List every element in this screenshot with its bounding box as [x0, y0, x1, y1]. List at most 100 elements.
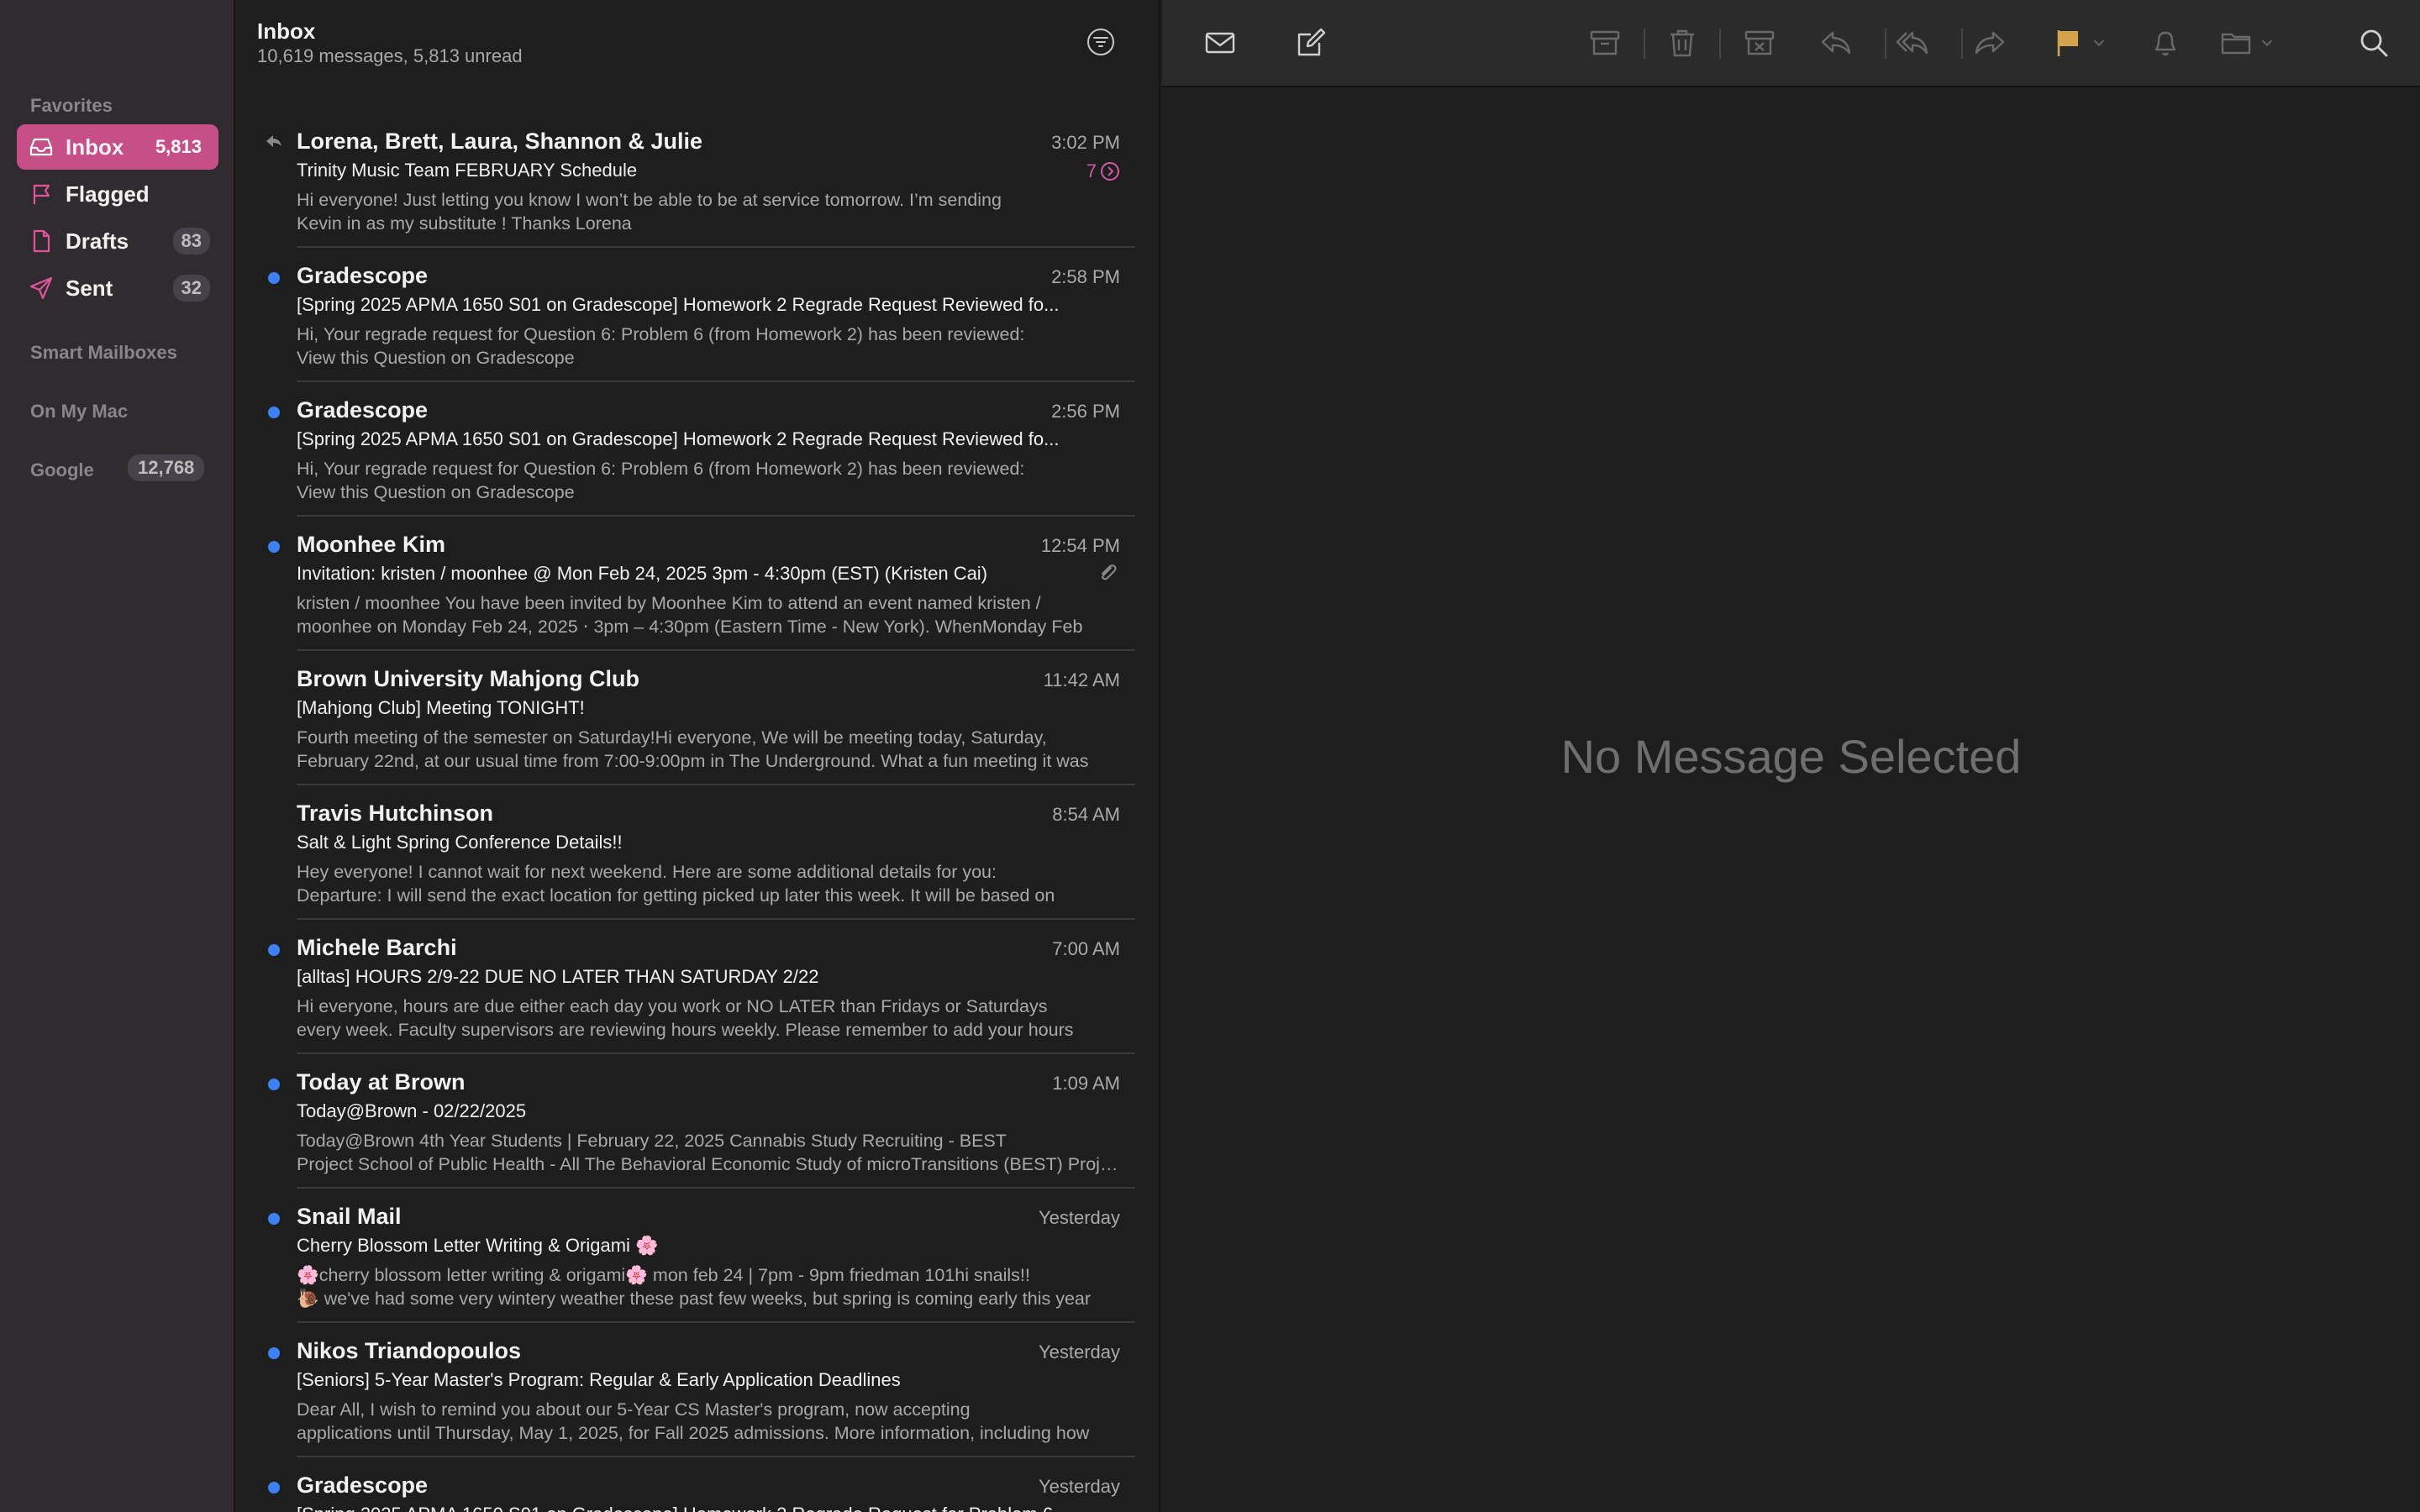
unread-dot-icon	[268, 1213, 280, 1225]
sidebar: Favorites Inbox 5,813 Flagged Drafts 83 …	[0, 0, 235, 1512]
search-button[interactable]	[2353, 22, 2395, 64]
junk-icon	[1744, 30, 1775, 55]
flag-menu-button[interactable]	[2086, 22, 2112, 64]
reply-button[interactable]	[1815, 22, 1857, 64]
message-time: 12:54 PM	[1040, 535, 1120, 556]
sender-name: Gradescope	[297, 1473, 429, 1498]
no-message-placeholder: No Message Selected	[1560, 730, 2022, 783]
message-time: Yesterday	[1038, 1207, 1120, 1228]
draft-icon	[17, 228, 66, 255]
message-subject: [Spring 2025 APMA 1650 S01 on Gradescope…	[297, 428, 1060, 449]
sidebar-item-label: Drafts	[66, 228, 129, 254]
message-subject: [Spring 2025 APMA 1650 S01 on Gradescope…	[297, 1504, 1116, 1512]
archive-button[interactable]	[1584, 22, 1626, 64]
drafts-count-badge: 83	[172, 228, 210, 255]
message-row[interactable]: Brown University Mahjong Club 11:42 AM […	[236, 651, 1159, 785]
sidebar-item-label: Inbox	[66, 134, 124, 160]
thread-count-label: 7	[1086, 160, 1097, 181]
get-mail-button[interactable]	[1199, 22, 1241, 64]
message-preview: Hi everyone! Just letting you know I won…	[297, 190, 1002, 234]
message-subject: Cherry Blossom Letter Writing & Origami …	[297, 1235, 659, 1256]
message-time: 2:58 PM	[1051, 266, 1120, 287]
smart-mailboxes-header[interactable]: Smart Mailboxes	[30, 342, 177, 364]
on-my-mac-header[interactable]: On My Mac	[30, 401, 128, 423]
message-subject: Invitation: kristen / moonhee @ Mon Feb …	[297, 563, 988, 584]
message-preview: Today@Brown 4th Year Students | February…	[297, 1131, 1120, 1174]
thread-count[interactable]: 7	[1086, 160, 1120, 182]
sender-name: Michele Barchi	[297, 935, 457, 960]
thread-chevron-icon	[1101, 162, 1119, 181]
sender-name: Travis Hutchinson	[297, 801, 494, 826]
message-time: 7:00 AM	[1052, 938, 1120, 959]
message-time: 8:54 AM	[1052, 804, 1120, 825]
message-row[interactable]: Snail Mail Yesterday Cherry Blossom Lett…	[236, 1189, 1159, 1323]
message-subject: [alltas] HOURS 2/9-22 DUE NO LATER THAN …	[297, 966, 819, 987]
filter-icon[interactable]	[1086, 28, 1115, 56]
flag-icon	[17, 181, 66, 207]
sidebar-item-drafts[interactable]: Drafts 83	[17, 218, 218, 264]
sidebar-item-label: Sent	[66, 275, 113, 301]
trash-icon	[1670, 29, 1694, 57]
unread-dot-icon	[268, 272, 280, 284]
archive-icon	[1590, 30, 1620, 55]
message-row[interactable]: Gradescope 2:56 PM [Spring 2025 APMA 165…	[236, 382, 1159, 517]
message-time: Yesterday	[1038, 1341, 1120, 1362]
trash-button[interactable]	[1661, 22, 1703, 64]
message-row[interactable]: Today at Brown 1:09 AM Today@Brown - 02/…	[236, 1054, 1159, 1189]
message-row[interactable]: Gradescope Yesterday [Spring 2025 APMA 1…	[236, 1457, 1159, 1512]
mailbox-subtitle: 10,619 messages, 5,813 unread	[257, 45, 523, 66]
reading-pane: No Message Selected	[1162, 0, 2420, 1512]
message-time: Yesterday	[1038, 1476, 1120, 1497]
sender-name: Snail Mail	[297, 1204, 402, 1229]
message-time: 11:42 AM	[1043, 669, 1120, 690]
favorites-header[interactable]: Favorites	[30, 95, 113, 117]
sender-name: Brown University Mahjong Club	[297, 666, 640, 691]
message-subject: Today@Brown - 02/22/2025	[297, 1100, 527, 1121]
inbox-icon	[17, 134, 66, 160]
sender-name: Nikos Triandopoulos	[297, 1338, 522, 1363]
move-to-mailbox-button[interactable]	[2215, 22, 2257, 64]
message-row[interactable]: Travis Hutchinson 8:54 AM Salt & Light S…	[236, 785, 1159, 920]
toolbar-divider	[1719, 29, 1721, 59]
unread-dot-icon	[268, 1347, 280, 1359]
message-preview: Dear All, I wish to remind you about our…	[297, 1399, 1090, 1443]
chevron-down-icon	[2093, 39, 2105, 46]
message-time: 1:09 AM	[1052, 1073, 1120, 1094]
compose-button[interactable]	[1290, 22, 1332, 64]
google-count-badge: 12,768	[128, 454, 205, 481]
sidebar-item-label: Flagged	[66, 181, 150, 207]
google-account-header[interactable]: Google	[30, 459, 94, 481]
junk-button[interactable]	[1739, 22, 1781, 64]
folder-icon	[2221, 33, 2251, 55]
sidebar-item-inbox[interactable]: Inbox 5,813	[17, 124, 218, 170]
sent-count-badge: 32	[172, 275, 210, 302]
forward-button[interactable]	[1969, 22, 2011, 64]
flag-icon	[2057, 30, 2078, 56]
toolbar-divider	[1644, 29, 1645, 59]
unread-dot-icon	[268, 1482, 280, 1494]
reply-icon	[1821, 31, 1851, 55]
toolbar	[1162, 0, 2420, 87]
replied-icon	[266, 135, 281, 147]
flag-button[interactable]	[2047, 22, 2089, 64]
notifications-button[interactable]	[2144, 22, 2186, 64]
message-row[interactable]: Gradescope 2:58 PM [Spring 2025 APMA 165…	[236, 248, 1159, 382]
message-preview: Fourth meeting of the semester on Saturd…	[297, 727, 1089, 771]
message-preview: 🌸cherry blossom letter writing & origami…	[297, 1265, 1092, 1309]
message-row[interactable]: Michele Barchi 7:00 AM [alltas] HOURS 2/…	[236, 920, 1159, 1054]
paperclip-icon	[1102, 564, 1117, 580]
sidebar-item-sent[interactable]: Sent 32	[17, 265, 218, 311]
forward-icon	[1975, 31, 2005, 55]
message-preview: Hi, Your regrade request for Question 6:…	[297, 324, 1025, 368]
unread-dot-icon	[268, 541, 280, 553]
reply-all-button[interactable]	[1891, 22, 1933, 64]
message-row[interactable]: Nikos Triandopoulos Yesterday [Seniors] …	[236, 1323, 1159, 1457]
message-list[interactable]: Inbox 10,619 messages, 5,813 unread Lore…	[236, 0, 1160, 1512]
move-menu-button[interactable]	[2254, 22, 2280, 64]
toolbar-divider	[1885, 29, 1886, 59]
sidebar-item-flagged[interactable]: Flagged	[17, 171, 218, 217]
notifications-icon	[2154, 31, 2176, 56]
message-row[interactable]: Moonhee Kim 12:54 PM Invitation: kristen…	[236, 517, 1159, 651]
unread-dot-icon	[268, 1079, 280, 1090]
message-row[interactable]: Lorena, Brett, Laura, Shannon & Julie 3:…	[236, 113, 1159, 248]
